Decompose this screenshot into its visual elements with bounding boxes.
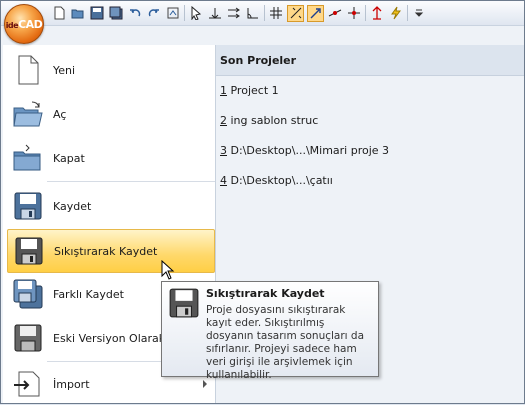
recent-project-item[interactable]: 4 D:\Desktop\...\çatıı [220, 174, 333, 187]
menu-item-label: Sıkıştırarak Kaydet [54, 244, 158, 258]
toolbar-separator [184, 5, 185, 21]
recent-projects-title: Son Projeler [220, 54, 297, 67]
lightning-icon[interactable] [388, 5, 404, 21]
menu-item-label: Farklı Kaydet [53, 287, 124, 301]
menu-item-save[interactable]: Kaydet [7, 185, 213, 227]
toolbar-separator [365, 5, 366, 21]
recent-item-label: D:\Desktop\...\Mimari proje 3 [227, 144, 390, 157]
app-window: ideCAD Yeni Aç Kapat Kaydet Sıkıştırarak… [0, 0, 525, 404]
toolbar-separator [407, 5, 408, 21]
compress-save-icon [12, 234, 46, 268]
recent-item-label: D:\Desktop\...\çatıı [227, 174, 333, 187]
application-menu-button[interactable]: ideCAD [4, 4, 44, 44]
app-logo: ideCAD [5, 17, 43, 31]
recent-project-item[interactable]: 1 Project 1 [220, 84, 279, 97]
menu-item-label: Kapat [53, 151, 85, 165]
recent-item-number: 2 [220, 114, 227, 127]
open-folder-icon [11, 97, 45, 131]
menu-item-label: İmport [53, 377, 90, 391]
ortho-icon[interactable] [369, 5, 385, 21]
menu-item-open[interactable]: Aç [7, 93, 213, 135]
cross-snap-icon[interactable] [346, 5, 362, 21]
save-icon [11, 189, 45, 223]
angle-icon[interactable] [245, 5, 261, 21]
toolbar-separator [264, 5, 265, 21]
save-icon[interactable] [89, 5, 105, 21]
select-cursor-icon[interactable] [188, 5, 204, 21]
tooltip: Sıkıştırarak Kaydet Proje dosyasını sıkı… [161, 281, 379, 381]
recent-projects-header: Son Projeler [216, 45, 524, 76]
open-folder-icon[interactable] [70, 5, 86, 21]
save-as-icon [11, 277, 45, 311]
recent-project-item[interactable]: 2 ing sablon struc [220, 114, 318, 127]
snap-icon[interactable] [287, 4, 304, 22]
dimension-icon[interactable] [207, 5, 223, 21]
recent-project-item[interactable]: 3 D:\Desktop\...\Mimari proje 3 [220, 144, 389, 157]
toolbar-icons [51, 4, 430, 22]
menu-item-compress-save[interactable]: Sıkıştırarak Kaydet [7, 229, 215, 273]
menu-item-new[interactable]: Yeni [7, 49, 213, 91]
new-file-icon[interactable] [51, 5, 67, 21]
menu-separator [47, 181, 215, 182]
tooltip-title: Sıkıştırarak Kaydet [206, 287, 325, 300]
menu-item-close[interactable]: Kapat [7, 137, 213, 179]
grid-icon[interactable] [268, 5, 284, 21]
quick-access-toolbar [1, 1, 524, 26]
recent-item-label: Project 1 [227, 84, 279, 97]
menu-item-label: Eski Versiyon Olarak K [53, 331, 176, 345]
mouse-cursor-icon [161, 260, 175, 280]
save-old-version-icon [11, 321, 45, 355]
menu-item-label: Aç [53, 107, 67, 121]
menu-item-label: Kaydet [53, 199, 92, 213]
recent-item-number: 1 [220, 84, 227, 97]
line-snap-icon[interactable] [327, 5, 343, 21]
dropdown-icon[interactable] [411, 5, 427, 21]
snap-arrow-icon[interactable] [307, 4, 324, 22]
close-folder-icon [11, 141, 45, 175]
new-document-icon [11, 53, 45, 87]
recent-item-label: ing sablon struc [227, 114, 319, 127]
refresh-icon[interactable] [165, 5, 181, 21]
undo-icon[interactable] [127, 5, 143, 21]
move-icon[interactable] [226, 5, 242, 21]
save-all-icon[interactable] [108, 5, 124, 21]
compress-save-icon [168, 287, 200, 319]
menu-item-label: Yeni [53, 63, 76, 77]
recent-item-number: 4 [220, 174, 227, 187]
tooltip-body: Proje dosyasını sıkıştırarak kayıt eder.… [206, 304, 365, 381]
recent-item-number: 3 [220, 144, 227, 157]
redo-icon[interactable] [146, 5, 162, 21]
import-icon [11, 367, 45, 401]
